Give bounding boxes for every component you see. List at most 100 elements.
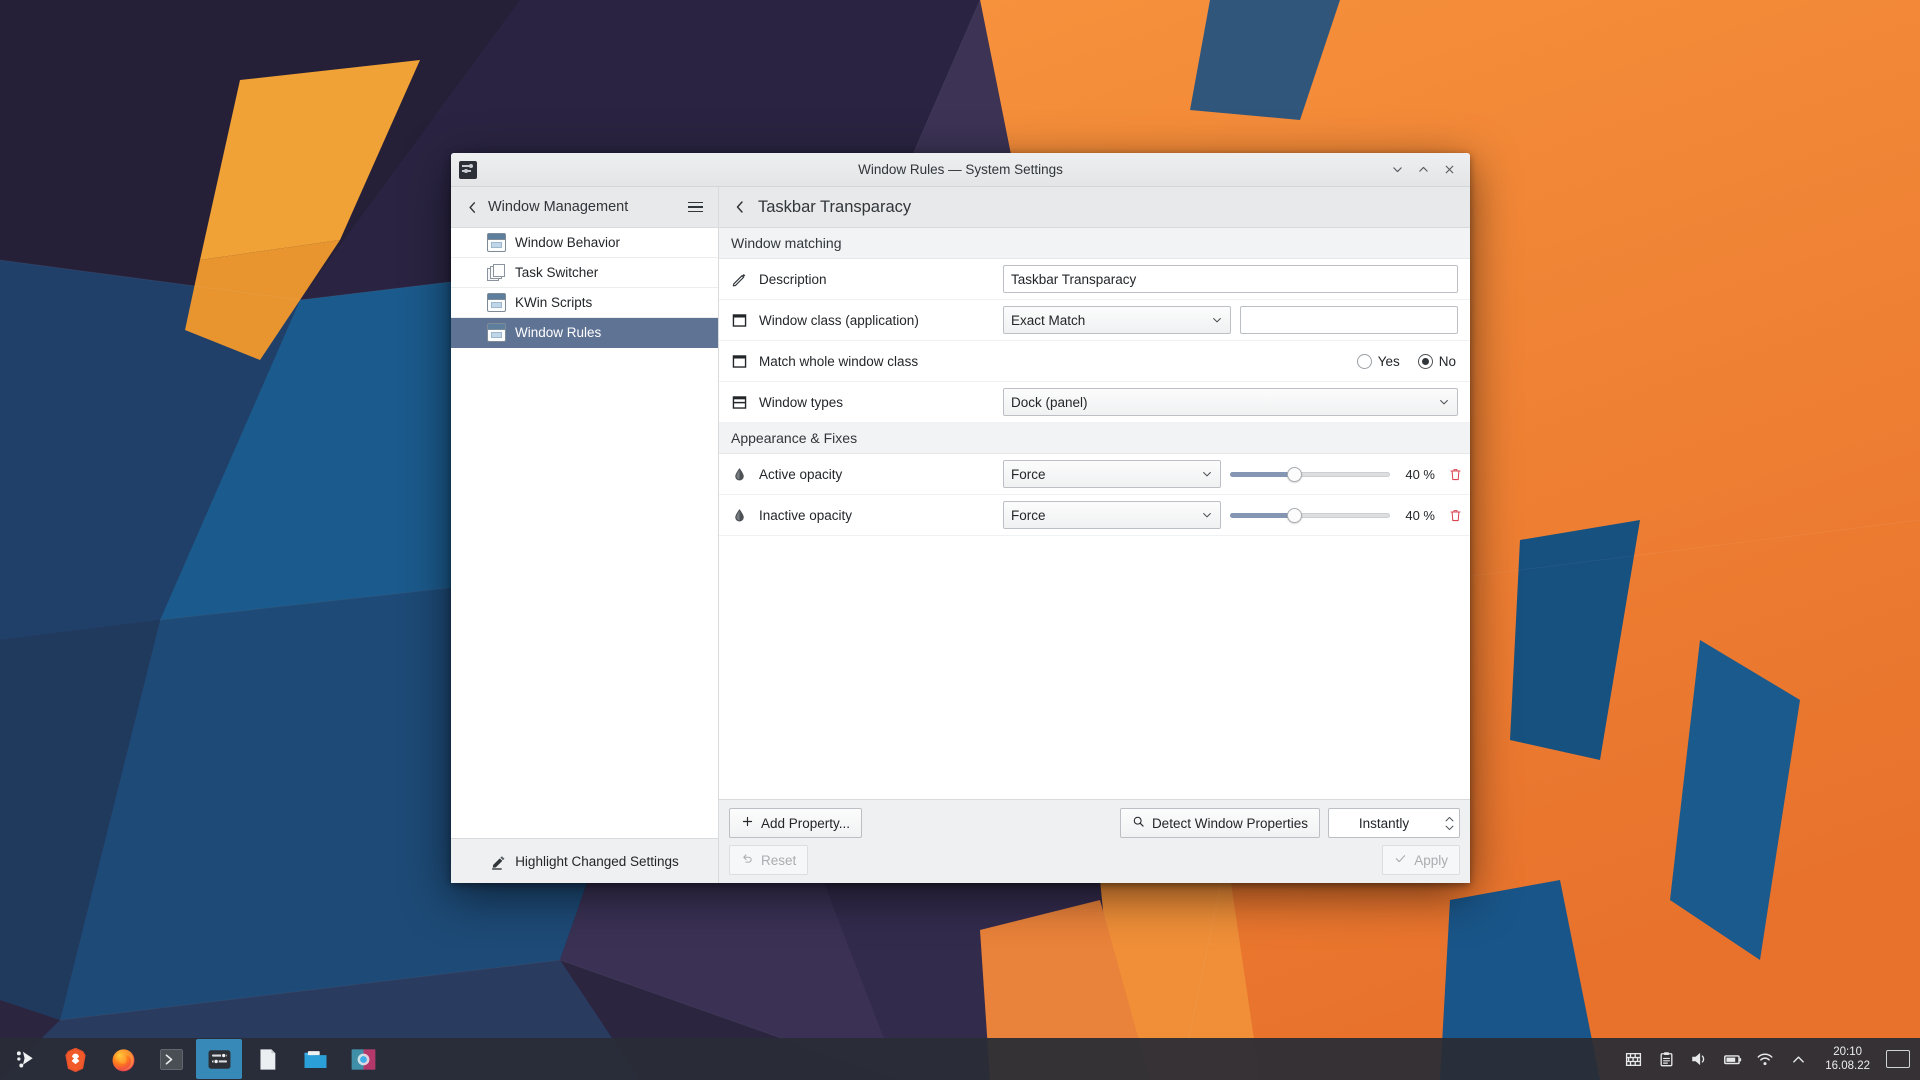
bottom-bar-row-primary: Add Property... Detect Window Properties [729,808,1460,838]
apply-button[interactable]: Apply [1382,845,1460,875]
row-window-class: Window class (application) Exact Match [719,300,1470,341]
firewall-icon[interactable] [1618,1043,1648,1075]
taskbar-app-system-settings[interactable] [196,1039,242,1079]
kde-launcher-icon [16,1051,33,1068]
volume-icon[interactable] [1684,1043,1714,1075]
match-whole-class-radio-group: Yes No [1356,353,1458,369]
inactive-opacity-slider[interactable] [1230,505,1390,525]
taskbar-app-terminal[interactable] [148,1039,194,1079]
folder-icon [304,1050,326,1068]
system-settings-icon [208,1049,230,1069]
main-back-button[interactable] [729,196,751,218]
combo-value: Exact Match [1011,312,1086,328]
slider-fill [1230,512,1294,518]
window-titlebar[interactable]: Window Rules — System Settings [451,153,1470,187]
inactive-opacity-mode-combo[interactable]: Force [1003,501,1221,529]
radio-yes[interactable] [1356,353,1372,369]
close-button[interactable] [1436,157,1462,183]
taskbar-app-area [0,1039,386,1079]
row-label-text: Active opacity [759,466,843,482]
window-class-match-type-combo[interactable]: Exact Match [1003,306,1231,334]
inactive-opacity-control: Force 40 % [1003,501,1466,529]
clock-time: 20:10 [1833,1045,1862,1058]
highlight-changed-settings-label: Highlight Changed Settings [515,853,679,869]
sidebar-item-window-rules[interactable]: Window Rules [451,318,718,348]
taskbar-app-screenshot-tool[interactable] [340,1039,386,1079]
sidebar-item-label: Window Behavior [515,235,621,250]
detect-delay-spinbox[interactable]: Instantly [1328,808,1460,838]
sidebar-item-window-behavior[interactable]: Window Behavior [451,228,718,258]
system-tray: 20:10 16.08.22 [1618,1043,1920,1075]
slider-fill [1230,471,1294,477]
inactive-opacity-value: 40 % [1405,507,1435,523]
clipboard-icon[interactable] [1651,1043,1681,1075]
window-icon [487,323,506,342]
main-pane: Taskbar Transparacy Window matching Desc… [719,187,1470,883]
hamburger-icon[interactable] [682,194,708,220]
taskbar-app-text-document[interactable] [244,1039,290,1079]
system-settings-window: Window Rules — System Settings Window Ma… [451,153,1470,883]
row-match-whole-window-class: Match whole window class Yes No [719,341,1470,382]
bottom-bar-row-secondary: Reset Apply [729,845,1460,875]
active-opacity-mode-combo[interactable]: Force [1003,460,1221,488]
radio-option-yes[interactable]: Yes [1356,353,1400,369]
taskbar-app-firefox[interactable] [100,1039,146,1079]
window-types-control: Dock (panel) [1003,388,1458,416]
row-label-match-whole-class: Match whole window class [731,353,1003,370]
active-opacity-slider[interactable] [1230,464,1390,484]
delete-active-opacity-button[interactable] [1444,463,1466,485]
match-whole-class-control: Yes No [1003,353,1458,369]
spinbox-arrows-icon[interactable] [1439,816,1459,831]
undo-icon [741,852,754,868]
sidebar-item-kwin-scripts[interactable]: KWin Scripts [451,288,718,318]
minimize-button[interactable] [1384,157,1410,183]
main-header: Taskbar Transparacy [719,187,1470,228]
sidebar: Window Management Window Behavior Task S… [451,187,719,883]
clock-widget[interactable]: 20:10 16.08.22 [1816,1045,1879,1074]
opacity-drop-icon [731,466,748,483]
window-class-value-input[interactable] [1240,306,1458,334]
active-opacity-value: 40 % [1405,466,1435,482]
screenshot-icon [351,1048,375,1070]
taskbar-app-application-launcher[interactable] [4,1039,50,1079]
delete-inactive-opacity-button[interactable] [1444,504,1466,526]
highlight-changed-settings-button[interactable]: Highlight Changed Settings [451,838,718,883]
sidebar-back-button[interactable] [461,196,483,218]
chevron-down-icon [1438,396,1450,408]
taskbar-app-file-manager[interactable] [292,1039,338,1079]
row-label-text: Description [759,271,827,287]
chevron-down-icon [1201,509,1213,521]
row-label-active-opacity: Active opacity [731,466,1003,483]
radio-option-no[interactable]: No [1417,353,1456,369]
radio-yes-label: Yes [1377,353,1400,369]
add-property-button[interactable]: Add Property... [729,808,863,838]
show-hidden-icon[interactable] [1783,1043,1813,1075]
radio-no[interactable] [1417,353,1433,369]
sidebar-item-task-switcher[interactable]: Task Switcher [451,258,718,288]
pencil-icon [731,271,748,288]
chevron-down-icon [1211,314,1223,326]
firefox-icon [112,1048,134,1071]
reset-label: Reset [761,852,797,868]
combo-value: Force [1011,507,1046,523]
row-label-text: Match whole window class [759,353,919,369]
desktop-pager[interactable] [1886,1050,1910,1068]
description-input[interactable] [1003,265,1458,293]
slider-handle[interactable] [1286,507,1302,523]
sidebar-item-label: KWin Scripts [515,295,593,310]
chevron-down-icon [1201,468,1213,480]
maximize-button[interactable] [1410,157,1436,183]
sidebar-list: Window Behavior Task Switcher KWin Scrip… [451,228,718,838]
taskbar-app-brave-browser[interactable] [52,1039,98,1079]
reset-button[interactable]: Reset [729,845,809,875]
rules-form: Window matching Description Taskbar Tran… [719,228,1470,799]
window-types-combo[interactable]: Dock (panel) [1003,388,1458,416]
battery-icon[interactable] [1717,1043,1747,1075]
wifi-icon[interactable] [1750,1043,1780,1075]
window-types-icon [731,394,748,411]
clock-date: 16.08.22 [1825,1060,1870,1072]
detect-window-properties-button[interactable]: Detect Window Properties [1119,808,1320,838]
opacity-drop-icon [731,507,748,524]
slider-handle[interactable] [1286,466,1302,482]
combo-value: Dock (panel) [1011,394,1088,410]
